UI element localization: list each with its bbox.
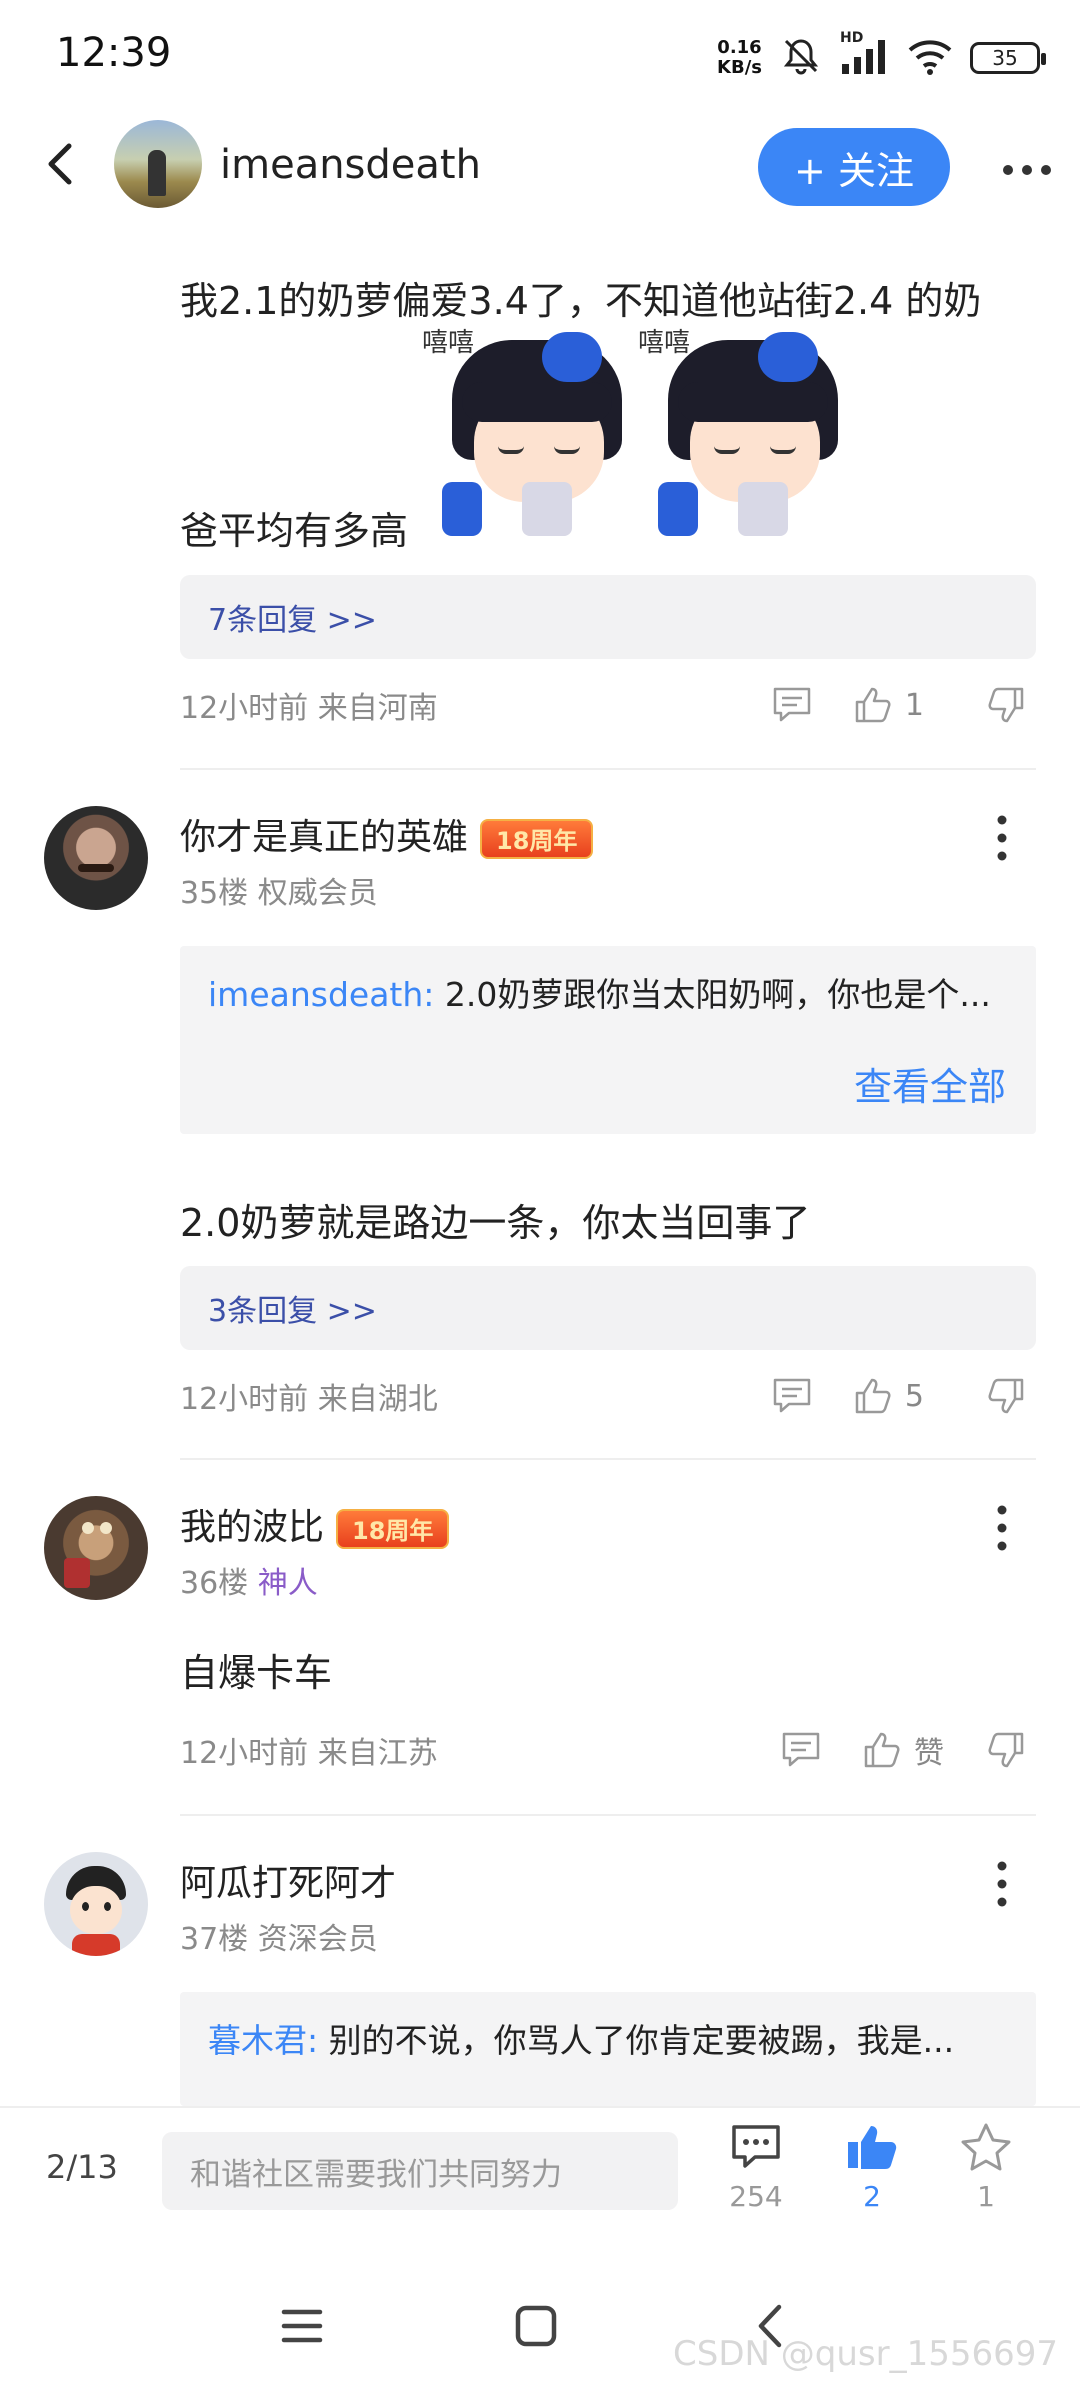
comment-input[interactable]: 和谐社区需要我们共同努力 [162,2132,678,2210]
page-indicator[interactable]: 2/13 [46,2148,118,2186]
quoted-reply[interactable]: imeansdeath: 2.0奶萝跟你当太阳奶啊，你也是个... 查看全部 [180,946,1036,1134]
more-vertical-icon [997,815,1007,861]
floor-info: 36楼 神人 [180,1566,318,1601]
more-vertical-icon [997,1505,1007,1551]
menu-icon [281,2309,323,2343]
wifi-icon [906,36,954,80]
member-rank: 资深会员 [257,1922,378,1957]
comment-count: 254 [729,2180,783,2213]
username[interactable]: imeansdeath [220,142,481,188]
divider [180,1458,1036,1460]
view-all-link[interactable]: 查看全部 [854,1056,1006,1111]
quoted-username[interactable]: imeansdeath: [208,975,434,1014]
watermark: CSDN @qusr_1556697 [673,2334,1058,2374]
comment-text: 2.0奶萝就是路边一条，你太当回事了 [180,1201,811,1245]
sticker-image[interactable]: 嘻嘻 [638,322,852,536]
home-nav-button[interactable] [496,2286,576,2366]
dislike-button[interactable] [984,1376,1026,1416]
reply-text: 我2.1的奶萝偏爱3.4了，不知道他站街2.4 的奶 [180,279,982,323]
mute-icon [778,33,824,83]
more-horizontal-icon [1003,165,1051,175]
star-icon [961,2123,1011,2171]
favorite-button[interactable]: 1 [936,2122,1036,2213]
comment-text: 自爆卡车 [180,1651,333,1695]
floor-info: 35楼 权威会员 [180,876,378,911]
thumb-down-icon [988,687,1024,723]
thumb-down-icon [988,1378,1024,1414]
status-bar: 12:39 0.16 KB/s HD 35 [0,0,1080,120]
thread-header: imeansdeath + 关注 [0,120,1080,260]
comment-icon [773,1378,811,1413]
comment-nickname[interactable]: 我的波比 18周年 [180,1498,450,1550]
comment-nickname[interactable]: 阿瓜打死阿才 [180,1854,396,1906]
quoted-reply[interactable]: 暮木君: 别的不说，你骂人了你肯定要被踢，我是... [180,1992,1036,2106]
more-options-button[interactable] [992,140,1062,200]
comment-more-button[interactable] [982,1854,1022,1914]
status-time: 12:39 [56,30,172,76]
comment-time-location: 12小时前 来自江苏 [180,1736,438,1771]
comment-more-button[interactable] [982,1498,1022,1558]
avatar[interactable] [44,806,148,910]
reply-meta: 12小时前 来自河南 1 [180,675,1036,735]
like-count: 1 [904,687,924,723]
quoted-username[interactable]: 暮木君: [208,2021,318,2060]
avatar[interactable] [44,1496,148,1600]
like-button[interactable]: 2 [822,2122,922,2213]
view-replies-link[interactable]: 7条回复 >> [180,575,1036,659]
like-count: 2 [863,2180,881,2213]
net-speed: 0.16 KB/s [717,37,762,78]
follow-button[interactable]: + 关注 [758,128,950,206]
anniversary-badge: 18周年 [336,1509,450,1549]
comments-button[interactable]: 254 [706,2122,806,2213]
reply-text-cont: 爸平均有多高 [180,509,409,553]
comment-icon [732,2125,780,2168]
sticker-image[interactable]: 嘻嘻 [422,322,636,536]
like-button[interactable]: 赞 [862,1728,944,1772]
comment-icon [773,687,811,722]
member-rank: 权威会员 [257,876,378,911]
comment-more-button[interactable] [982,808,1022,868]
comment-icon [782,1732,820,1767]
comment-meta: 12小时前 来自湖北 5 [180,1366,1036,1426]
menu-nav-button[interactable] [262,2286,342,2366]
signal-icon: HD [840,30,890,80]
like-button[interactable]: 5 [853,1376,924,1416]
thumb-up-filled-icon [848,2126,897,2169]
bottom-action-bar: 2/13 和谐社区需要我们共同努力 254 2 1 [0,2106,1080,2236]
view-replies-link[interactable]: 3条回复 >> [180,1266,1036,1350]
favorite-count: 1 [977,2180,995,2213]
status-icons: 0.16 KB/s HD 35 [717,30,1046,86]
comment-button[interactable] [771,685,813,725]
dislike-button[interactable] [984,1730,1026,1770]
member-rank: 神人 [257,1566,318,1601]
back-button[interactable] [30,120,90,208]
reply-time-location: 12小时前 来自河南 [180,691,438,726]
divider [180,768,1036,770]
avatar[interactable] [44,1852,148,1956]
quoted-text: 2.0奶萝跟你当太阳奶啊，你也是个... [444,975,991,1014]
anniversary-badge: 18周年 [480,819,594,859]
comment-time-location: 12小时前 来自湖北 [180,1382,438,1417]
system-nav-bar: CSDN @qusr_1556697 [0,2236,1080,2401]
floor-info: 37楼 资深会员 [180,1922,378,1957]
comment-nickname[interactable]: 你才是真正的英雄 18周年 [180,808,594,860]
battery-icon: 35 [970,42,1046,74]
square-icon [515,2305,557,2347]
divider [180,1814,1036,1816]
thumb-up-icon [855,687,891,723]
like-label: 赞 [914,1736,944,1771]
dislike-button[interactable] [984,685,1026,725]
thumb-up-icon [864,1732,900,1768]
comment-meta: 12小时前 来自江苏 赞 [180,1720,1036,1780]
quoted-text: 别的不说，你骂人了你肯定要被踢，我是... [328,2021,955,2060]
thumb-down-icon [988,1732,1024,1768]
like-button[interactable]: 1 [853,685,924,725]
comment-button[interactable] [771,1376,813,1416]
like-count: 5 [904,1378,924,1414]
chevron-left-icon [48,143,72,185]
comment-button[interactable] [780,1730,822,1770]
avatar[interactable] [114,120,202,208]
more-vertical-icon [997,1861,1007,1907]
thumb-up-icon [855,1378,891,1414]
